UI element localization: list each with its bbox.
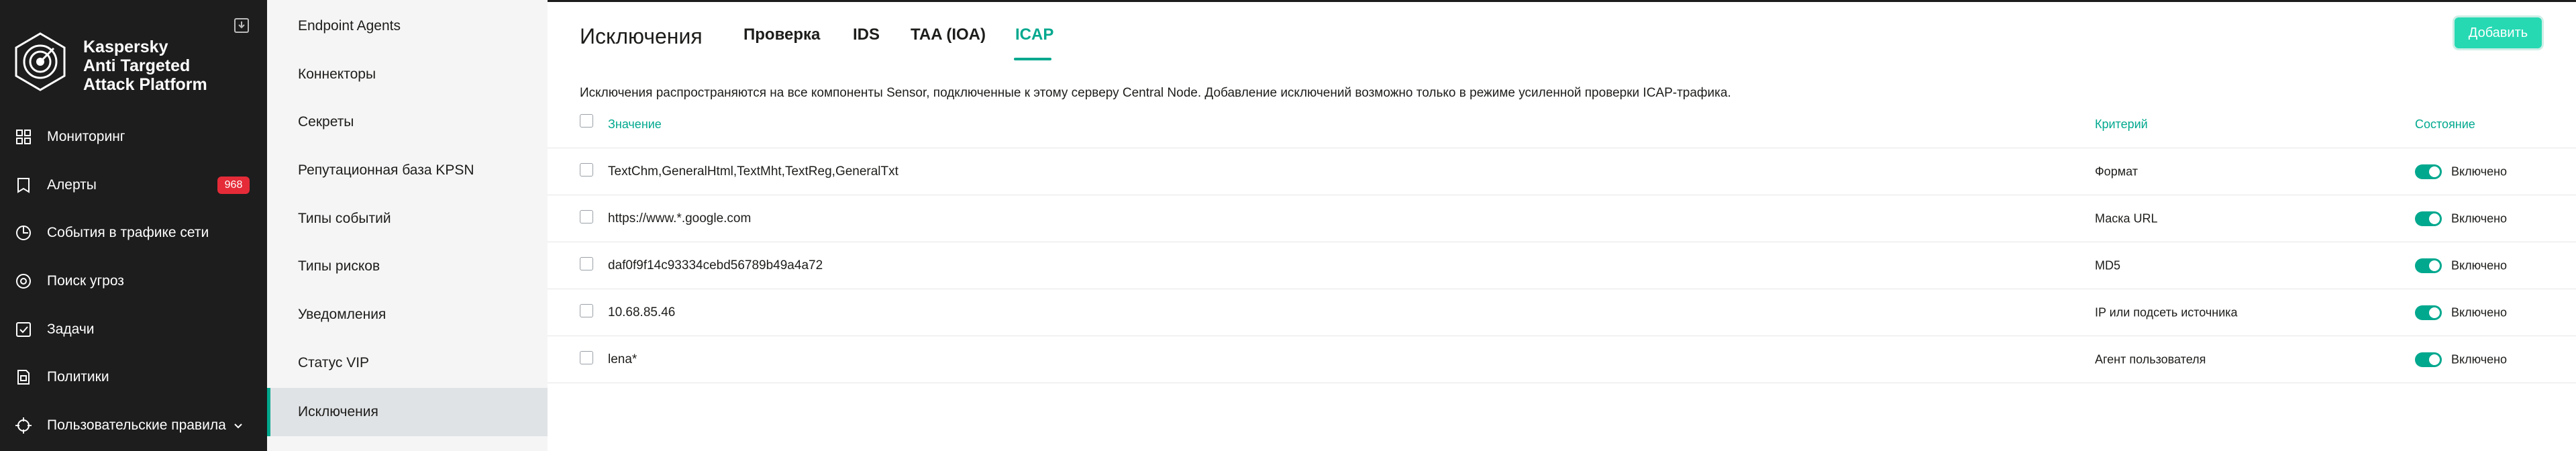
row-value: 10.68.85.46 [608,305,676,319]
row-value: lena* [608,352,637,366]
row-checkbox[interactable] [580,163,593,177]
nav-label-network-events: События в трафике сети [47,225,209,240]
policies-icon [17,370,30,385]
nav-label-custom-rules: Пользовательские правила [47,417,226,433]
nav-item-network-events[interactable]: События в трафике сети [0,213,267,253]
row-value: https://www.*.google.com [608,211,752,225]
network-icon [16,225,31,240]
nav-item-alerts[interactable]: Алерты 968 [0,165,267,205]
row-state: Включено [2451,305,2508,319]
tab-ids[interactable]: IDS [853,26,880,44]
submenu-item-vip-status[interactable]: Статус VIP [267,339,548,387]
tab-icap[interactable]: ICAP [1015,26,1053,44]
settings-submenu: Endpoint Agents Коннекторы Секреты Репут… [267,0,548,451]
submenu-label: Типы событий [298,211,391,226]
submenu-label: Статус VIP [298,355,370,370]
row-criterion: Маска URL [2095,211,2158,225]
nav-item-threat-hunting[interactable]: Поиск угроз [0,261,267,301]
row-checkbox[interactable] [580,351,593,364]
collapse-sidebar-icon[interactable] [232,16,251,35]
submenu-item-endpoint-agents[interactable]: Endpoint Agents [267,2,548,50]
table-row[interactable]: daf0f9f14c93334cebd56789b49a4a72 MD5 Вкл… [548,242,2576,289]
brand-line-1: Kaspersky [83,38,168,56]
brand-line-3: Attack Platform [83,75,207,94]
submenu-label: Секреты [298,114,354,130]
row-criterion: Формат [2095,164,2138,178]
page-title: Исключения [580,24,703,48]
column-header-value[interactable]: Значение [608,117,662,132]
exclusions-info-text: Исключения распространяются на все компо… [580,86,1731,100]
state-toggle[interactable] [2415,352,2442,367]
submenu-item-notifications[interactable]: Уведомления [267,291,548,339]
add-button[interactable]: Добавить [2455,17,2542,48]
nav-item-custom-rules[interactable]: Пользовательские правила [0,405,267,446]
kaspersky-logo-icon [15,32,66,91]
row-criterion: IP или подсеть источника [2095,305,2238,319]
nav-item-policies[interactable]: Политики [0,357,267,397]
table-row[interactable]: TextChm,GeneralHtml,TextMht,TextReg,Gene… [548,148,2576,195]
row-checkbox[interactable] [580,210,593,223]
tab-scan[interactable]: Проверка [743,26,820,44]
alerts-count-badge: 968 [217,177,250,194]
submenu-item-secrets[interactable]: Секреты [267,98,548,146]
tab-taa-ioa[interactable]: TAA (IOA) [911,26,986,44]
row-checkbox[interactable] [580,257,593,270]
row-criterion: Агент пользователя [2095,352,2206,366]
active-tab-indicator [1014,58,1051,60]
nav-label-tasks: Задачи [47,321,95,337]
submenu-item-exclusions[interactable]: Исключения [267,388,548,436]
submenu-label: Endpoint Agents [298,18,401,34]
chevron-down-icon[interactable] [232,419,244,432]
nav-item-tasks[interactable]: Задачи [0,309,267,350]
tasks-icon [16,322,31,337]
table-row[interactable]: https://www.*.google.com Маска URL Включ… [548,195,2576,242]
submenu-item-kpsn[interactable]: Репутационная база KPSN [267,146,548,195]
row-state: Включено [2451,352,2508,366]
rules-icon [15,417,32,434]
table-row[interactable]: lena* Агент пользователя Включено [548,336,2576,383]
submenu-label: Коннекторы [298,66,376,82]
column-header-criterion[interactable]: Критерий [2095,117,2148,132]
nav-label-alerts: Алерты [47,177,97,193]
state-toggle[interactable] [2415,164,2442,179]
submenu-item-risk-types[interactable]: Типы рисков [267,242,548,291]
select-all-checkbox[interactable] [580,114,593,128]
dashboard-icon [16,130,31,144]
row-criterion: MD5 [2095,258,2121,272]
brand-title: Kaspersky Anti Targeted Attack Platform [83,38,207,94]
table-row[interactable]: 10.68.85.46 IP или подсеть источника Вкл… [548,289,2576,336]
submenu-label: Типы рисков [298,258,380,274]
submenu-item-event-types[interactable]: Типы событий [267,195,548,243]
submenu-label: Уведомления [298,307,387,322]
submenu-label: Репутационная база KPSN [298,162,474,178]
nav-item-monitoring[interactable]: Мониторинг [0,117,267,157]
row-state: Включено [2451,211,2508,225]
nav-label-monitoring: Мониторинг [47,129,125,144]
row-value: daf0f9f14c93334cebd56789b49a4a72 [608,258,823,272]
row-checkbox[interactable] [580,304,593,317]
state-toggle[interactable] [2415,258,2442,273]
submenu-label: Исключения [298,404,378,419]
nav-label-threat-hunting: Поиск угроз [47,273,124,289]
column-header-state[interactable]: Состояние [2415,117,2475,132]
main-navigation: Kaspersky Anti Targeted Attack Platform … [0,0,267,451]
brand-line-2: Anti Targeted [83,56,191,75]
threat-search-icon [16,274,31,289]
submenu-item-connectors[interactable]: Коннекторы [267,50,548,99]
row-state: Включено [2451,258,2508,272]
row-state: Включено [2451,164,2508,178]
nav-label-policies: Политики [47,369,109,385]
state-toggle[interactable] [2415,305,2442,320]
row-value: TextChm,GeneralHtml,TextMht,TextReg,Gene… [608,164,898,179]
main-content: Исключения Проверка IDS TAA (IOA) ICAP Д… [548,0,2576,451]
alerts-icon [17,178,30,193]
state-toggle[interactable] [2415,211,2442,226]
